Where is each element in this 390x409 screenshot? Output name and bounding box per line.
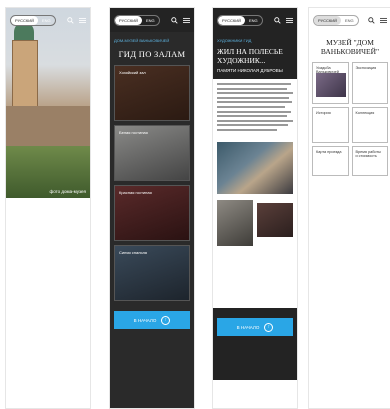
lang-en[interactable]: ENG (245, 16, 262, 25)
breadcrumb[interactable]: ХУДОЖНИКИ ГИД (217, 36, 293, 45)
section-label: Коллекция (355, 111, 375, 115)
lang-en[interactable]: ENG (341, 16, 358, 25)
section-card[interactable]: История (312, 107, 349, 143)
section-label: История (316, 111, 331, 115)
article-photo (257, 202, 293, 237)
section-label: Карта проезда (316, 150, 342, 154)
menu-icon[interactable] (79, 17, 86, 24)
page-title: МУЗЕЙ "ДОМ ВАНЬКОВИЧЕЙ" (320, 38, 380, 56)
lang-en[interactable]: ENG (38, 16, 55, 25)
hall-label: Синяя спальня (119, 250, 147, 255)
to-top-button[interactable]: В НАЧАЛО ↑ (217, 318, 293, 336)
section-card[interactable]: Усадьба Ваньковичей (312, 62, 349, 104)
search-icon[interactable] (368, 16, 375, 24)
hero-caption: фото дома-музея (49, 189, 86, 194)
language-toggle[interactable]: РУССКИЙ ENG (114, 14, 160, 26)
to-top-label: В НАЧАЛО (236, 324, 260, 330)
section-grid: Усадьба Ваньковичей Экспозиция История К… (309, 62, 390, 176)
menu-icon[interactable] (286, 17, 293, 24)
section-label: Время работы и стоимость (355, 150, 381, 158)
language-toggle[interactable]: РУССКИЙ ENG (10, 14, 56, 26)
arrow-up-icon: ↑ (264, 322, 274, 332)
search-icon[interactable] (67, 16, 74, 24)
hero-photo: РУССКИЙ ENG фото дома-музея (6, 8, 90, 198)
hall-label: Белая гостиная (119, 130, 148, 135)
screen-museum: РУССКИЙ ENG МУЗЕЙ "ДОМ ВАНЬКОВИЧЕЙ" Усад… (309, 8, 390, 408)
article-title: ЖИЛ НА ПОЛЕСЬЕ ХУДОЖНИК... (217, 47, 283, 65)
screen-home: РУССКИЙ ENG фото дома-музея (6, 8, 90, 408)
section-card[interactable]: Карта проезда (312, 146, 349, 176)
language-toggle[interactable]: РУССКИЙ ENG (217, 14, 263, 26)
lang-ru[interactable]: РУССКИЙ (11, 15, 38, 25)
hall-card[interactable]: Хозяйский зал (114, 65, 190, 121)
lang-en[interactable]: ENG (142, 16, 159, 25)
menu-icon[interactable] (380, 17, 387, 24)
page-title: ГИД ПО ЗАЛАМ (118, 49, 186, 59)
tower (12, 40, 38, 112)
hall-card[interactable]: Красная гостиная (114, 185, 190, 241)
screen-article: РУССКИЙ ENG ХУДОЖНИКИ ГИД ЖИЛ НА ПОЛЕСЬЕ… (213, 8, 297, 408)
section-card[interactable]: Время работы и стоимость (351, 146, 388, 176)
search-icon[interactable] (171, 16, 178, 24)
header: РУССКИЙ ENG (110, 8, 194, 32)
to-top-label: В НАЧАЛО (133, 317, 157, 323)
arrow-up-icon: ↑ (161, 315, 171, 325)
article-text (213, 79, 297, 138)
search-icon[interactable] (274, 16, 281, 24)
lang-ru[interactable]: РУССКИЙ (314, 15, 341, 25)
section-card[interactable]: Коллекция (351, 107, 388, 143)
lang-ru[interactable]: РУССКИЙ (115, 15, 142, 25)
to-top-button[interactable]: В НАЧАЛО ↑ (114, 311, 190, 329)
lang-ru[interactable]: РУССКИЙ (218, 15, 245, 25)
section-label: Экспозиция (355, 66, 377, 70)
screen-guide: РУССКИЙ ENG ДОМ-МУЗЕЙ ВАНЬКОВИЧЕЙ ГИД ПО… (110, 8, 194, 408)
hall-label: Красная гостиная (119, 190, 152, 195)
header: РУССКИЙ ENG (309, 8, 390, 32)
wall (6, 106, 90, 146)
header: РУССКИЙ ENG (6, 8, 90, 32)
footer: В НАЧАЛО ↑ (213, 308, 297, 380)
header: РУССКИЙ ENG (213, 8, 297, 32)
hall-label: Хозяйский зал (119, 70, 146, 75)
hall-card[interactable]: Синяя спальня (114, 245, 190, 301)
section-thumb (316, 73, 346, 97)
article-photo (217, 141, 293, 194)
menu-icon[interactable] (183, 17, 190, 24)
article-header: ХУДОЖНИКИ ГИД ЖИЛ НА ПОЛЕСЬЕ ХУДОЖНИК...… (213, 32, 297, 79)
hall-card[interactable]: Белая гостиная (114, 125, 190, 181)
breadcrumb[interactable]: ДОМ-МУЗЕЙ ВАНЬКОВИЧЕЙ (110, 32, 194, 45)
article-photo (217, 199, 253, 246)
section-card[interactable]: Экспозиция (351, 62, 388, 104)
article-subtitle: ПАМЯТИ НИКОЛАЯ ДУБРОВЫ (217, 68, 283, 73)
language-toggle[interactable]: РУССКИЙ ENG (313, 14, 359, 26)
